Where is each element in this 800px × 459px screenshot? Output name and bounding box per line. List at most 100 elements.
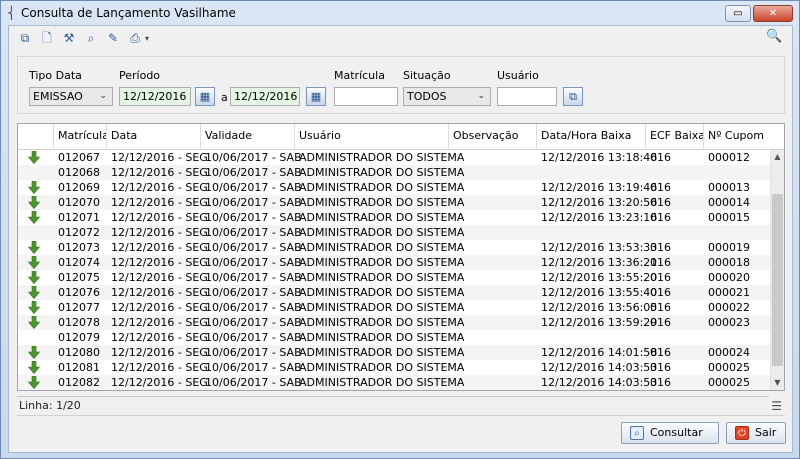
column-header-data[interactable]: Data [107,124,201,150]
table-row[interactable]: 012073 12/12/2016 - SEG 10/06/2017 - SAB AD… [18,240,770,255]
scroll-thumb[interactable] [772,194,783,366]
client-area: ⧉ 🗋 ⚒ ⌕ ✎ ⎙ ▾ 🔍 Tipo Data EMISSAO ⌄ Perí… [8,25,793,453]
cell-ecf-baixa: 016 [650,211,671,224]
cell-data-hora-baixa: 12/12/2016 13:55:40 [541,286,658,299]
table-row[interactable]: 012076 12/12/2016 - SEG 10/06/2017 - SAB AD… [18,285,770,300]
title-bar[interactable]: ⎨ Consulta de Lançamento Vasilhame ▭ ✕ [1,1,799,25]
table-row[interactable]: 012075 12/12/2016 - SEG 10/06/2017 - SAB AD… [18,270,770,285]
arrow-down-icon [27,285,41,299]
find-icon[interactable]: ⌕ [83,30,99,46]
cell-matricula: 012072 [58,226,100,239]
cell-data: 12/12/2016 - SEG [111,286,208,299]
minimize-button[interactable]: ▭ [725,5,751,22]
table-row[interactable]: 012067 12/12/2016 - SEG 10/06/2017 - SAB AD… [18,150,770,165]
cell-cupom: 000022 [708,301,750,314]
cell-data: 12/12/2016 - SEG [111,346,208,359]
table-row[interactable]: 012078 12/12/2016 - SEG 10/06/2017 - SAB AD… [18,315,770,330]
periodo-separator: a [221,91,228,104]
cell-data-hora-baixa: 12/12/2016 13:23:16 [541,211,658,224]
cell-data-hora-baixa: 12/12/2016 13:18:46 [541,151,658,164]
periodo-end-input[interactable]: 12/12/2016 [230,87,300,106]
close-button[interactable]: ✕ [753,5,793,22]
edit-icon[interactable]: ✎ [105,30,121,46]
column-header-ecf-baixa[interactable]: ECF Baixa [646,124,704,150]
cell-matricula: 012073 [58,241,100,254]
search-icon[interactable]: 🔍 [766,29,782,45]
consultar-button[interactable]: ⌕ Consultar [621,422,719,444]
situacao-label: Situação [403,69,451,82]
cell-observacao [449,360,453,375]
print-icon[interactable]: ⎙ [127,30,143,46]
situacao-select[interactable]: TODOS ⌄ [403,87,491,106]
toolbar: ⧉ 🗋 ⚒ ⌕ ✎ ⎙ ▾ [17,28,149,48]
sair-button[interactable]: ⏻ Sair [726,422,786,444]
tools-icon[interactable]: ⚒ [61,30,77,46]
cell-observacao [449,210,453,225]
column-header-cupom[interactable]: Nº Cupom [704,124,770,150]
vertical-scrollbar[interactable]: ▲ ▼ [770,150,784,390]
cell-matricula: 012077 [58,301,100,314]
cell-cupom: 000020 [708,271,750,284]
cell-data: 12/12/2016 - SEG [111,316,208,329]
matricula-input[interactable] [334,87,398,106]
column-header-validade[interactable]: Validade [201,124,295,150]
cell-ecf-baixa: 016 [650,256,671,269]
cell-ecf-baixa: 016 [650,241,671,254]
cell-validade: 10/06/2017 - SAB [205,316,302,329]
calendar-icon[interactable]: ▦ [195,87,215,106]
cell-ecf-baixa: 016 [650,151,671,164]
cell-matricula: 012081 [58,361,100,374]
column-header-data-hora-baixa[interactable]: Data/Hora Baixa [537,124,646,150]
menu-icon[interactable]: ☰ [771,399,782,413]
new-document-icon[interactable]: 🗋 [39,30,55,46]
cell-validade: 10/06/2017 - SAB [205,211,302,224]
table-row[interactable]: 012082 12/12/2016 - SEG 10/06/2017 - SAB AD… [18,375,770,390]
periodo-start-input[interactable]: 12/12/2016 [119,87,191,106]
cell-ecf-baixa [646,330,650,345]
cell-ecf-baixa: 016 [650,181,671,194]
table-row[interactable]: 012069 12/12/2016 - SEG 10/06/2017 - SAB AD… [18,180,770,195]
cell-usuario: ADMINISTRADOR DO SISTEMA [299,181,465,194]
table-row[interactable]: 012074 12/12/2016 - SEG 10/06/2017 - SAB AD… [18,255,770,270]
cell-usuario: ADMINISTRADOR DO SISTEMA [299,361,465,374]
user-search-icon[interactable]: ⧉ [563,87,583,106]
tipo-data-select[interactable]: EMISSAO ⌄ [29,87,113,106]
table-row[interactable]: 012079 12/12/2016 - SEG 10/06/2017 - SAB AD… [18,330,770,345]
view-icon[interactable]: ⧉ [17,30,33,46]
column-header-matricula[interactable]: Matrícula [54,124,107,150]
cell-ecf-baixa: 016 [650,361,671,374]
cell-cupom: 000013 [708,181,750,194]
chevron-down-icon: ⌄ [99,91,107,101]
cell-observacao [449,300,453,315]
column-header-observacao[interactable]: Observação [449,124,537,150]
cell-ecf-baixa [646,165,650,180]
cell-usuario: ADMINISTRADOR DO SISTEMA [299,241,465,254]
cell-cupom: 000014 [708,196,750,209]
cell-usuario: ADMINISTRADOR DO SISTEMA [299,196,465,209]
scroll-down-icon[interactable]: ▼ [771,376,784,390]
chevron-down-icon[interactable]: ▾ [145,34,149,43]
calendar-icon[interactable]: ▦ [306,87,326,106]
cell-data: 12/12/2016 - SEG [111,226,208,239]
table-row[interactable]: 012072 12/12/2016 - SEG 10/06/2017 - SAB AD… [18,225,770,240]
table-row[interactable]: 012080 12/12/2016 - SEG 10/06/2017 - SAB AD… [18,345,770,360]
column-header-usuario[interactable]: Usuário [295,124,449,150]
usuario-input[interactable] [497,87,557,106]
table-row[interactable]: 012070 12/12/2016 - SEG 10/06/2017 - SAB AD… [18,195,770,210]
scroll-up-icon[interactable]: ▲ [771,150,784,164]
cell-observacao [449,180,453,195]
table-row[interactable]: 012071 12/12/2016 - SEG 10/06/2017 - SAB AD… [18,210,770,225]
cell-matricula: 012082 [58,376,100,389]
cell-data-hora-baixa [537,165,541,180]
arrow-down-icon [27,270,41,284]
cell-observacao [449,270,453,285]
cell-ecf-baixa: 016 [650,271,671,284]
app-icon: ⎨ [7,6,16,20]
table-row[interactable]: 012077 12/12/2016 - SEG 10/06/2017 - SAB AD… [18,300,770,315]
column-header-icon[interactable] [18,124,54,150]
table-row[interactable]: 012068 12/12/2016 - SEG 10/06/2017 - SAB AD… [18,165,770,180]
grid-header: Matrícula Data Validade Usuário Observaç… [18,124,784,150]
cell-cupom: 000021 [708,286,750,299]
consultar-label: Consultar [650,426,703,439]
table-row[interactable]: 012081 12/12/2016 - SEG 10/06/2017 - SAB AD… [18,360,770,375]
